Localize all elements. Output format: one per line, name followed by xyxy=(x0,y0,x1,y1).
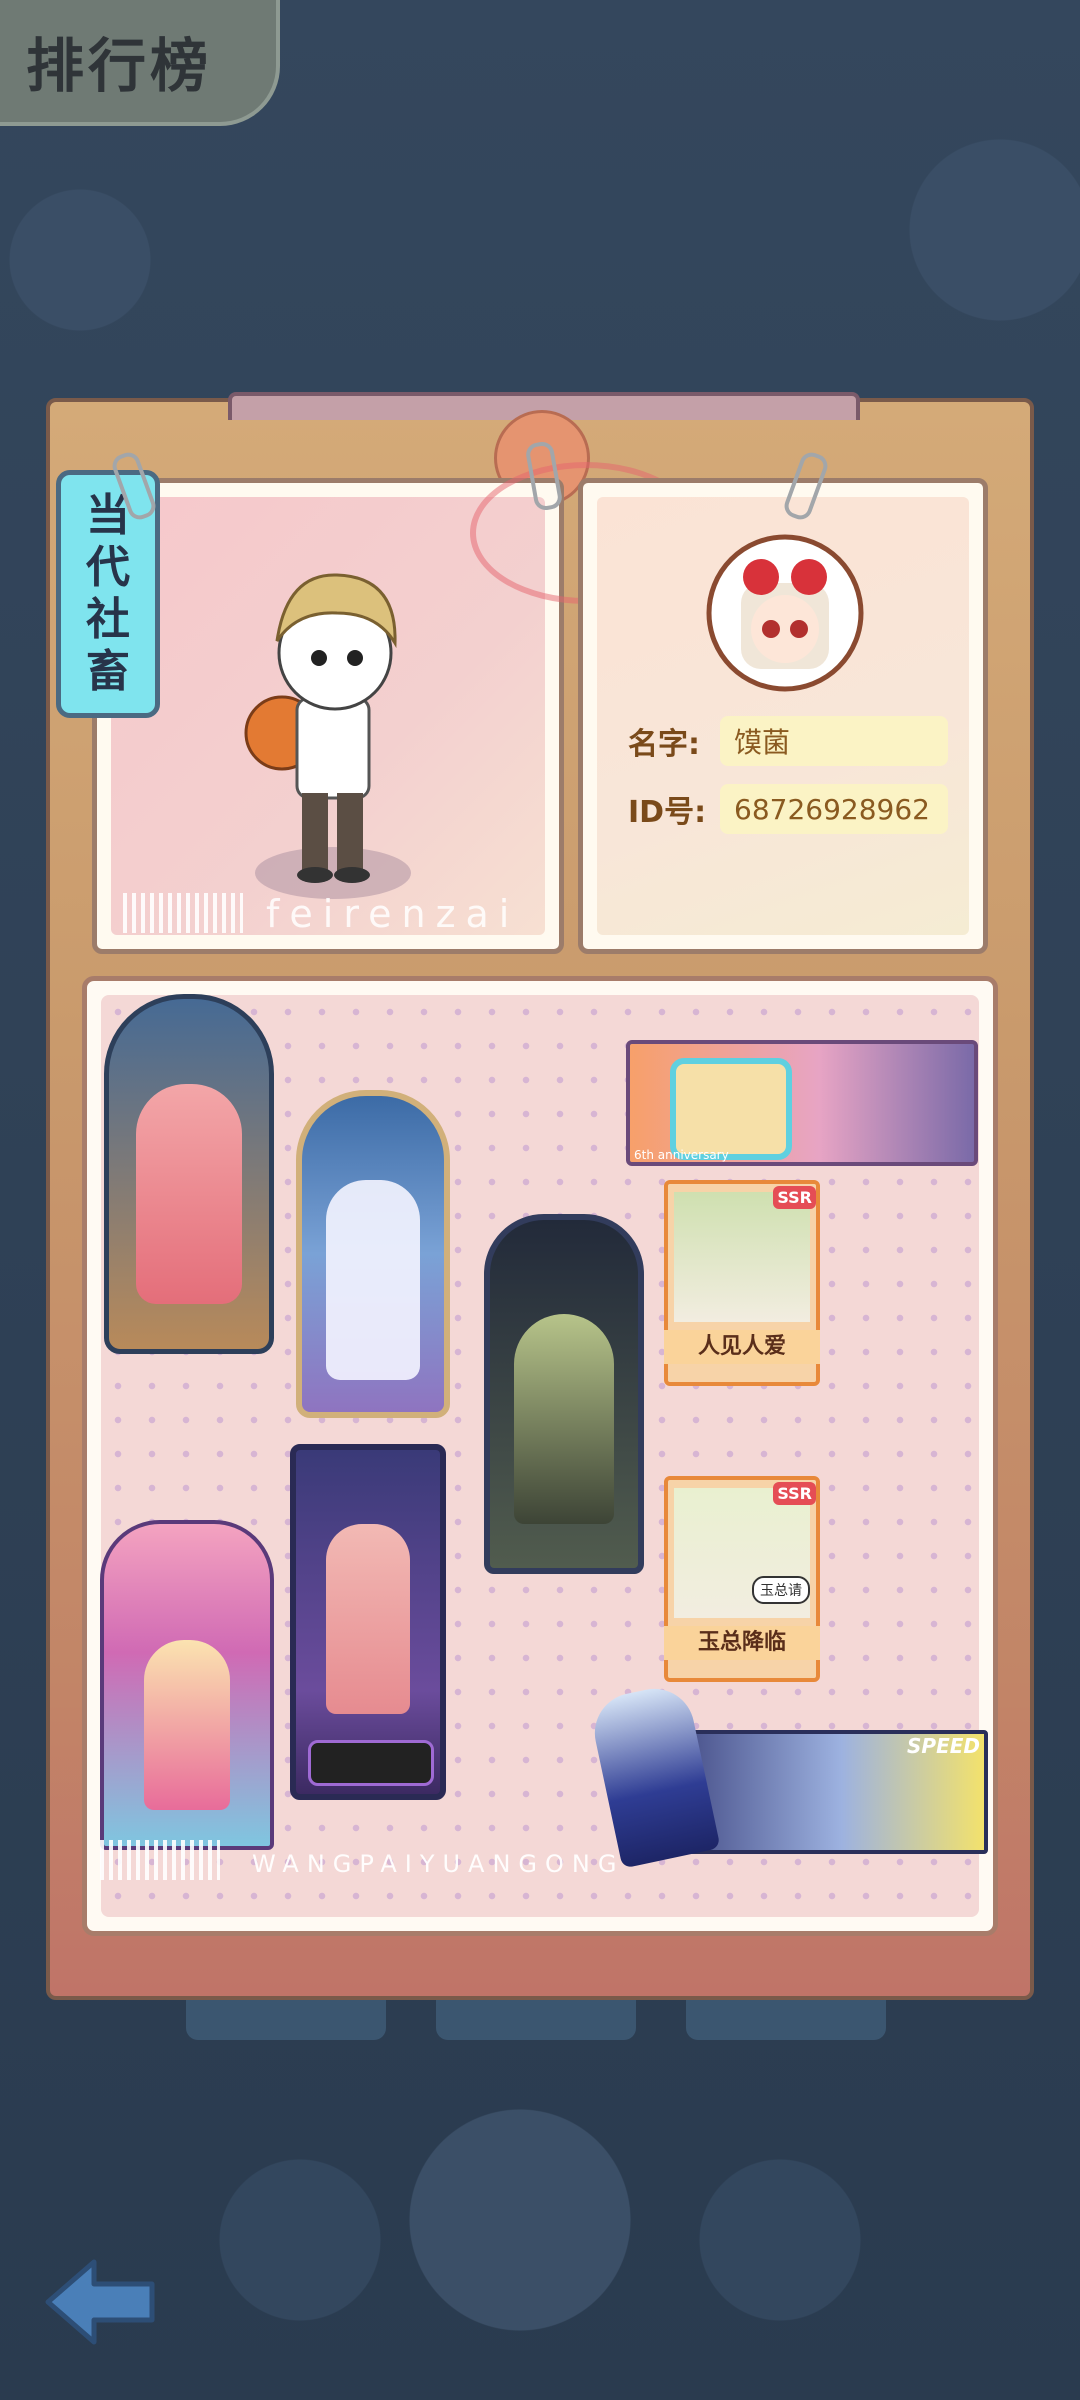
title-char: 代 xyxy=(86,542,130,593)
player-avatar[interactable] xyxy=(705,533,865,693)
feirenzai-watermark: feirenzai xyxy=(266,892,520,936)
card-dark-gothic[interactable] xyxy=(484,1214,644,1574)
id-label: ID号: xyxy=(628,795,707,830)
card-label: 玉总降临 xyxy=(664,1626,820,1660)
leaderboard-title[interactable]: 排行榜 xyxy=(0,0,280,126)
barcode xyxy=(123,893,243,933)
barcode xyxy=(100,1840,220,1880)
card-speed-banner[interactable]: SPEED xyxy=(587,1681,988,1869)
speed-text: SPEED xyxy=(907,1734,980,1758)
title-char: 畜 xyxy=(86,646,130,697)
rank-badge: SSR xyxy=(773,1186,816,1209)
title-char: 社 xyxy=(86,594,130,645)
card-label: 人见人爱 xyxy=(664,1330,820,1364)
name-row: 名字: 馍菌 xyxy=(628,716,948,766)
name-value: 馍菌 xyxy=(720,716,948,766)
back-arrow-icon[interactable] xyxy=(40,2254,160,2350)
id-row: ID号: 68726928962 xyxy=(628,784,948,834)
card-blue-princess[interactable] xyxy=(296,1090,450,1418)
card-idol-stage[interactable] xyxy=(290,1444,446,1800)
anniversary-text: 6th anniversary xyxy=(634,1148,729,1162)
card-ssr-1[interactable]: SSR 人见人爱 xyxy=(664,1180,820,1386)
wangpaiyuangong-watermark: WANGPAIYUANGONG xyxy=(252,1850,625,1878)
card-anniversary-banner[interactable]: 6th anniversary xyxy=(626,1040,978,1166)
rank-badge: SSR xyxy=(773,1482,816,1505)
card-shopping-tower[interactable] xyxy=(100,1520,274,1850)
name-label: 名字: xyxy=(628,727,700,762)
speech-bubble: 玉总请 xyxy=(752,1576,810,1604)
card-ssr-2[interactable]: SSR 玉总请 玉总降临 xyxy=(664,1476,820,1682)
card-rose-lady[interactable] xyxy=(104,994,274,1354)
id-value: 68726928962 xyxy=(720,784,948,834)
